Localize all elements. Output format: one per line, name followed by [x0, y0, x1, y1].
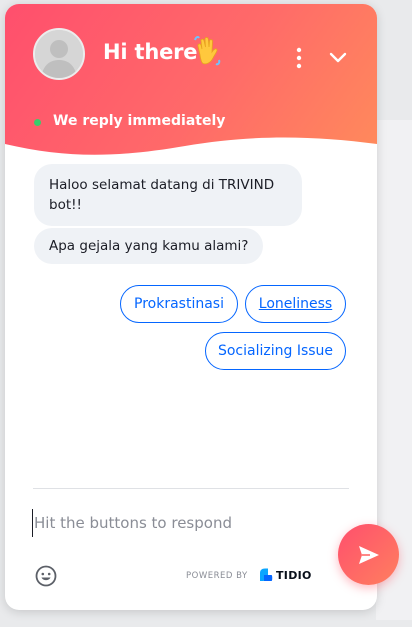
send-icon	[359, 546, 379, 564]
emoji-icon[interactable]	[35, 565, 57, 587]
message-input[interactable]	[32, 509, 326, 537]
quick-reply-button-socializing-issue[interactable]: Socializing Issue	[205, 332, 346, 370]
bot-message: Apa gejala yang kamu alami?	[34, 228, 264, 264]
waving-hand-icon	[194, 35, 221, 66]
send-button[interactable]	[338, 524, 399, 585]
agent-avatar	[33, 28, 85, 80]
chat-header: Hi there We reply immediately	[5, 4, 377, 164]
quick-reply-button-prokrastinasi[interactable]: Prokrastinasi	[120, 285, 238, 323]
bot-message: Haloo selamat datang di TRIVIND bot!!	[34, 164, 302, 226]
chat-title: Hi there	[103, 40, 198, 64]
tidio-brand[interactable]: TIDIO	[276, 569, 312, 582]
quick-reply-button-loneliness[interactable]: Loneliness	[245, 285, 346, 323]
composer-divider	[33, 488, 349, 489]
tidio-logo-icon	[260, 568, 273, 581]
online-status-dot	[34, 119, 41, 126]
chat-widget: Hi there We reply immediately Haloo sela…	[5, 4, 377, 610]
more-options-icon[interactable]	[295, 46, 303, 70]
powered-by-label: POWERED BY	[186, 571, 248, 581]
background-strip	[376, 0, 412, 24]
chevron-down-icon[interactable]	[329, 50, 347, 64]
avatar-silhouette-icon	[35, 30, 83, 78]
status-text: We reply immediately	[53, 113, 226, 129]
header-wave	[5, 137, 377, 164]
